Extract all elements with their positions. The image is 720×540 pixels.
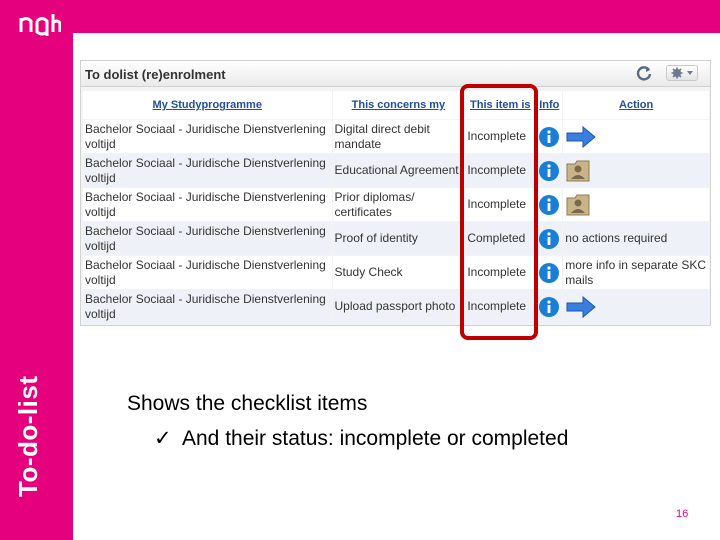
- folder-person-icon[interactable]: [565, 192, 593, 218]
- cell-action: [563, 154, 709, 187]
- cell-info: [536, 154, 563, 187]
- bullet-sub: ✓ And their status: incomplete or complet…: [154, 426, 568, 451]
- cell-concerns: Educational Agreement: [332, 154, 465, 187]
- column-header-action[interactable]: Action: [563, 91, 709, 119]
- cell-studyprogramme: Bachelor Sociaal - Juridische Dienstverl…: [83, 290, 332, 323]
- cell-concerns: Prior diplomas/ certificates: [332, 188, 465, 221]
- info-icon[interactable]: [538, 296, 560, 318]
- table-row: Bachelor Sociaal - Juridische Dienstverl…: [83, 120, 709, 153]
- cell-studyprogramme: Bachelor Sociaal - Juridische Dienstverl…: [83, 154, 332, 187]
- checklist-table: My Studyprogramme This concerns my This …: [82, 90, 710, 324]
- info-icon[interactable]: [538, 262, 560, 284]
- todo-panel: To dolist (re)enrolment My Studyprogramm…: [80, 60, 711, 326]
- page-number: 16: [676, 508, 689, 520]
- action-text: no actions required: [565, 231, 668, 246]
- cell-studyprogramme: Bachelor Sociaal - Juridische Dienstverl…: [83, 120, 332, 153]
- cell-info: [536, 188, 563, 221]
- cell-action: more info in separate SKC mails: [563, 256, 709, 289]
- table-row: Bachelor Sociaal - Juridische Dienstverl…: [83, 222, 709, 255]
- column-header-concerns[interactable]: This concerns my: [332, 91, 465, 119]
- cell-studyprogramme: Bachelor Sociaal - Juridische Dienstverl…: [83, 188, 332, 221]
- refresh-icon[interactable]: [636, 65, 652, 81]
- table-row: Bachelor Sociaal - Juridische Dienstverl…: [83, 256, 709, 289]
- bullet-sub-text: And their status: incomplete or complete…: [182, 427, 569, 450]
- folder-person-icon[interactable]: [565, 158, 593, 184]
- top-brand-bar: [0, 0, 720, 33]
- info-icon[interactable]: [538, 160, 560, 182]
- hanze-logo: [19, 14, 61, 36]
- table-header-row: My Studyprogramme This concerns my This …: [83, 91, 709, 119]
- cell-info: [536, 290, 563, 323]
- cell-info: [536, 120, 563, 153]
- cell-concerns: Upload passport photo: [332, 290, 465, 323]
- panel-header: To dolist (re)enrolment: [81, 61, 710, 87]
- arrow-right-icon[interactable]: [565, 295, 597, 319]
- table-row: Bachelor Sociaal - Juridische Dienstverl…: [83, 154, 709, 187]
- cell-action: [563, 120, 709, 153]
- bullet-main: Shows the checklist items: [127, 392, 368, 415]
- action-text: more info in separate SKC mails: [565, 257, 707, 287]
- cell-info: [536, 256, 563, 289]
- cell-concerns: Study Check: [332, 256, 465, 289]
- cell-info: [536, 222, 563, 255]
- slide-side-title: To-do-list: [13, 375, 43, 497]
- cell-action: [563, 188, 709, 221]
- info-icon[interactable]: [538, 194, 560, 216]
- checkmark-icon: ✓: [154, 427, 172, 450]
- column-header-info: Info: [536, 91, 563, 119]
- cell-studyprogramme: Bachelor Sociaal - Juridische Dienstverl…: [83, 256, 332, 289]
- arrow-right-icon[interactable]: [565, 125, 597, 149]
- cell-concerns: Digital direct debit mandate: [332, 120, 465, 153]
- info-icon[interactable]: [538, 228, 560, 250]
- left-brand-bar: To-do-list: [0, 0, 73, 540]
- panel-title: To dolist (re)enrolment: [85, 67, 226, 82]
- cell-studyprogramme: Bachelor Sociaal - Juridische Dienstverl…: [83, 222, 332, 255]
- table-row: Bachelor Sociaal - Juridische Dienstverl…: [83, 290, 709, 323]
- settings-menu-icon[interactable]: [666, 65, 698, 81]
- info-icon[interactable]: [538, 126, 560, 148]
- column-header-studyprogramme[interactable]: My Studyprogramme: [83, 91, 332, 119]
- cell-concerns: Proof of identity: [332, 222, 465, 255]
- table-row: Bachelor Sociaal - Juridische Dienstverl…: [83, 188, 709, 221]
- cell-action: [563, 290, 709, 323]
- status-column-highlight: [460, 84, 538, 340]
- cell-action: no actions required: [563, 222, 709, 255]
